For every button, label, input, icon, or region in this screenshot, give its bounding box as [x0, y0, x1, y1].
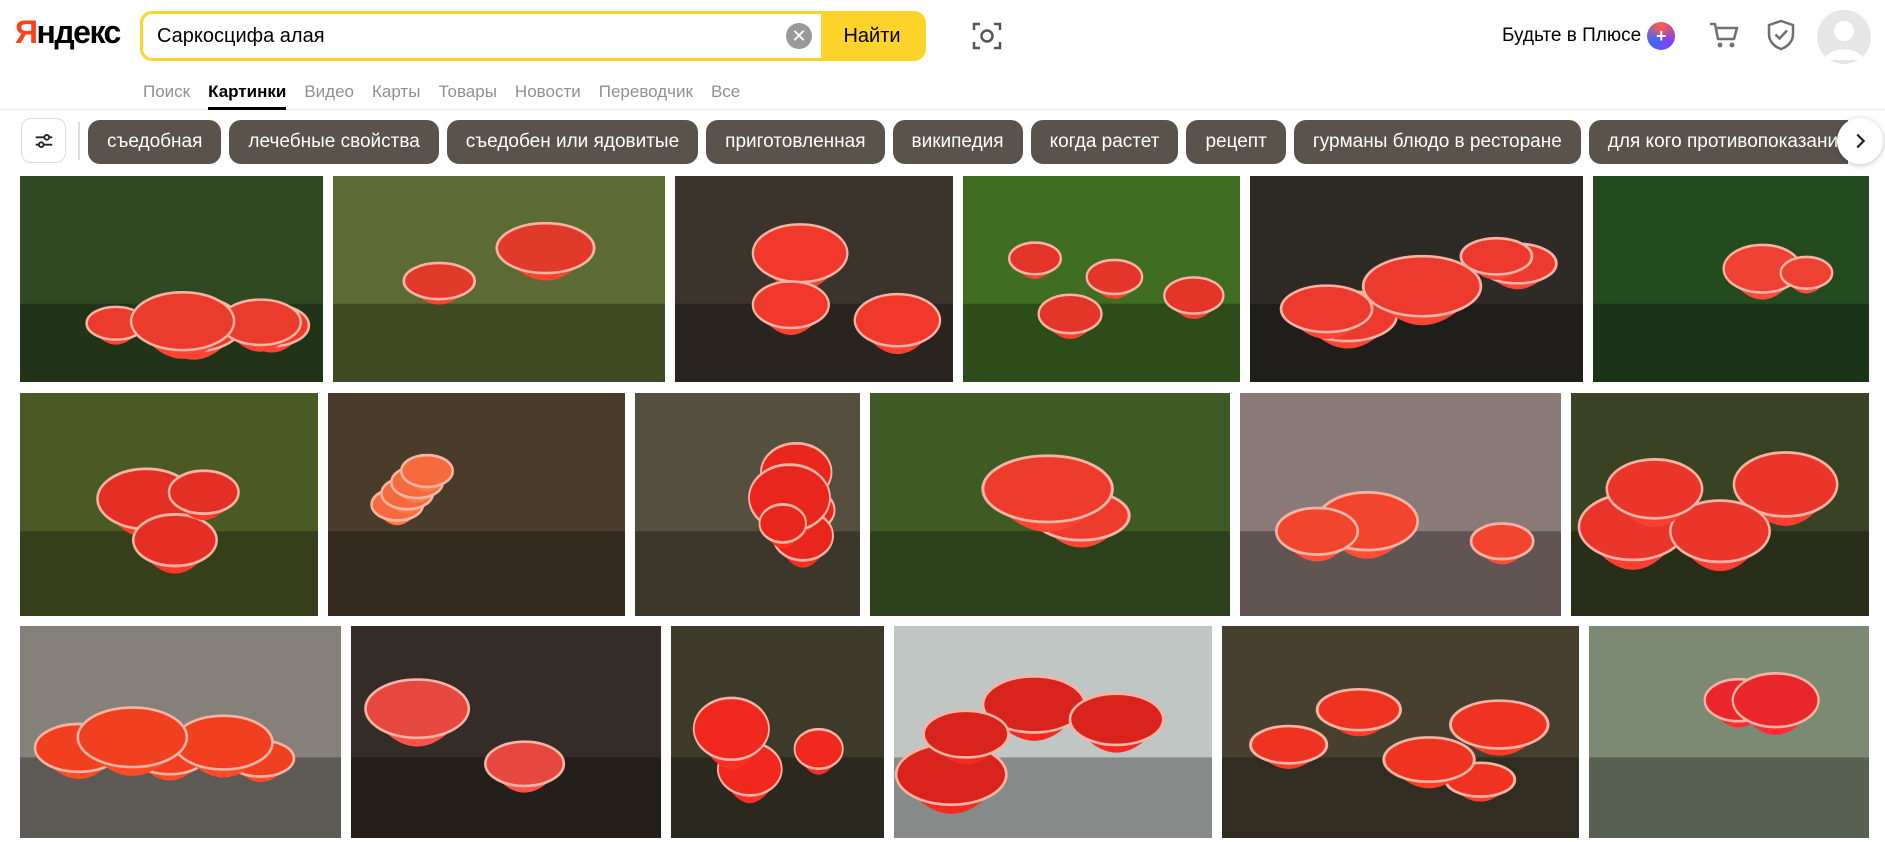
service-tab-maps[interactable]: Карты	[372, 74, 420, 110]
logo-first-letter: Я	[15, 14, 38, 50]
service-tab-translator[interactable]: Переводчик	[599, 74, 693, 110]
mushroom-photo	[963, 176, 1240, 382]
mushroom-photo	[675, 176, 953, 382]
mushroom-photo	[671, 626, 884, 838]
service-tab-video[interactable]: Видео	[304, 74, 354, 110]
chip-gourmet-dish[interactable]: гурманы блюдо в ресторане	[1293, 120, 1581, 164]
find-button[interactable]: Найти	[821, 14, 923, 58]
mushroom-photo	[351, 626, 661, 838]
image-result[interactable]	[963, 176, 1240, 382]
chip-edible[interactable]: съедобная	[88, 120, 222, 164]
image-result[interactable]	[20, 393, 318, 616]
service-tab-news[interactable]: Новости	[515, 74, 581, 110]
chip-when-grows[interactable]: когда растет	[1030, 120, 1179, 164]
mushroom-photo	[1593, 176, 1869, 382]
mushroom-photo	[1589, 626, 1869, 838]
user-avatar[interactable]	[1817, 10, 1871, 64]
mushroom-photo	[20, 176, 323, 382]
filters-button[interactable]	[21, 118, 66, 163]
chevron-right-icon	[1856, 133, 1866, 149]
yandex-logo[interactable]: Яндекс	[15, 14, 122, 51]
clear-icon: ✕	[786, 23, 812, 49]
plus-icon: +	[1647, 22, 1676, 50]
services-nav: Поиск Картинки Видео Карты Товары Новост…	[143, 74, 758, 110]
mushroom-photo	[20, 626, 341, 838]
mushroom-photo	[894, 626, 1212, 838]
plus-label: Будьте в Плюсе	[1502, 25, 1642, 46]
image-result[interactable]	[1250, 176, 1583, 382]
service-tab-products[interactable]: Товары	[438, 74, 496, 110]
image-result[interactable]	[20, 626, 341, 838]
chip-contraindications[interactable]: для кого противопоказания	[1588, 120, 1848, 164]
chips-next-button[interactable]	[1837, 118, 1883, 164]
filter-sliders-icon	[35, 133, 52, 148]
chip-edible-or-poisonous[interactable]: съедобен или ядовитые	[446, 120, 699, 164]
logo-rest: ндекс	[36, 14, 122, 50]
clear-button[interactable]: ✕	[777, 14, 821, 58]
chip-medicinal-properties[interactable]: лечебные свойства	[229, 120, 439, 164]
user-avatar-icon	[1825, 21, 1863, 60]
camera-search-icon	[972, 22, 1002, 50]
mushroom-photo	[1240, 393, 1561, 616]
service-tab-all[interactable]: Все	[711, 74, 740, 110]
image-search-button[interactable]	[968, 17, 1006, 55]
service-tab-images[interactable]: Картинки	[208, 74, 287, 110]
image-result[interactable]	[635, 393, 860, 616]
image-result[interactable]	[1222, 626, 1579, 838]
image-result[interactable]	[1593, 176, 1869, 382]
mushroom-photo	[333, 176, 665, 382]
image-result[interactable]	[20, 176, 323, 382]
image-result[interactable]	[675, 176, 953, 382]
cart-button[interactable]	[1706, 17, 1742, 53]
mushroom-photo	[328, 393, 625, 616]
search-box: ✕ Найти	[140, 11, 926, 61]
image-result[interactable]	[870, 393, 1230, 616]
header: Яндекс ✕ Найти Будьте в Плюсе +	[0, 0, 1885, 110]
related-queries-chips: съедобная лечебные свойства съедобен или…	[88, 120, 1848, 164]
related-queries-bar: съедобная лечебные свойства съедобен или…	[0, 112, 1885, 172]
chip-wikipedia[interactable]: википедия	[892, 120, 1023, 164]
image-result[interactable]	[1589, 626, 1869, 838]
mushroom-photo	[635, 393, 860, 616]
plus-subscription-link[interactable]: Будьте в Плюсе +	[1502, 22, 1676, 50]
mushroom-photo	[1250, 176, 1583, 382]
mushroom-photo	[20, 393, 318, 616]
cart-icon	[1710, 22, 1739, 48]
mushroom-photo	[1571, 393, 1869, 616]
chips-divider	[78, 122, 80, 160]
image-result[interactable]	[1571, 393, 1869, 616]
security-button[interactable]	[1763, 17, 1799, 53]
shield-icon	[1767, 19, 1795, 51]
image-result[interactable]	[351, 626, 661, 838]
image-result[interactable]	[333, 176, 665, 382]
search-input[interactable]	[143, 14, 777, 58]
mushroom-photo	[1222, 626, 1579, 838]
chip-recipe[interactable]: рецепт	[1186, 120, 1286, 164]
image-result[interactable]	[328, 393, 625, 616]
image-result[interactable]	[671, 626, 884, 838]
mushroom-photo	[870, 393, 1230, 616]
image-result[interactable]	[894, 626, 1212, 838]
service-tab-search[interactable]: Поиск	[143, 74, 190, 110]
chip-cooked[interactable]: приготовленная	[706, 120, 885, 164]
image-result[interactable]	[1240, 393, 1561, 616]
